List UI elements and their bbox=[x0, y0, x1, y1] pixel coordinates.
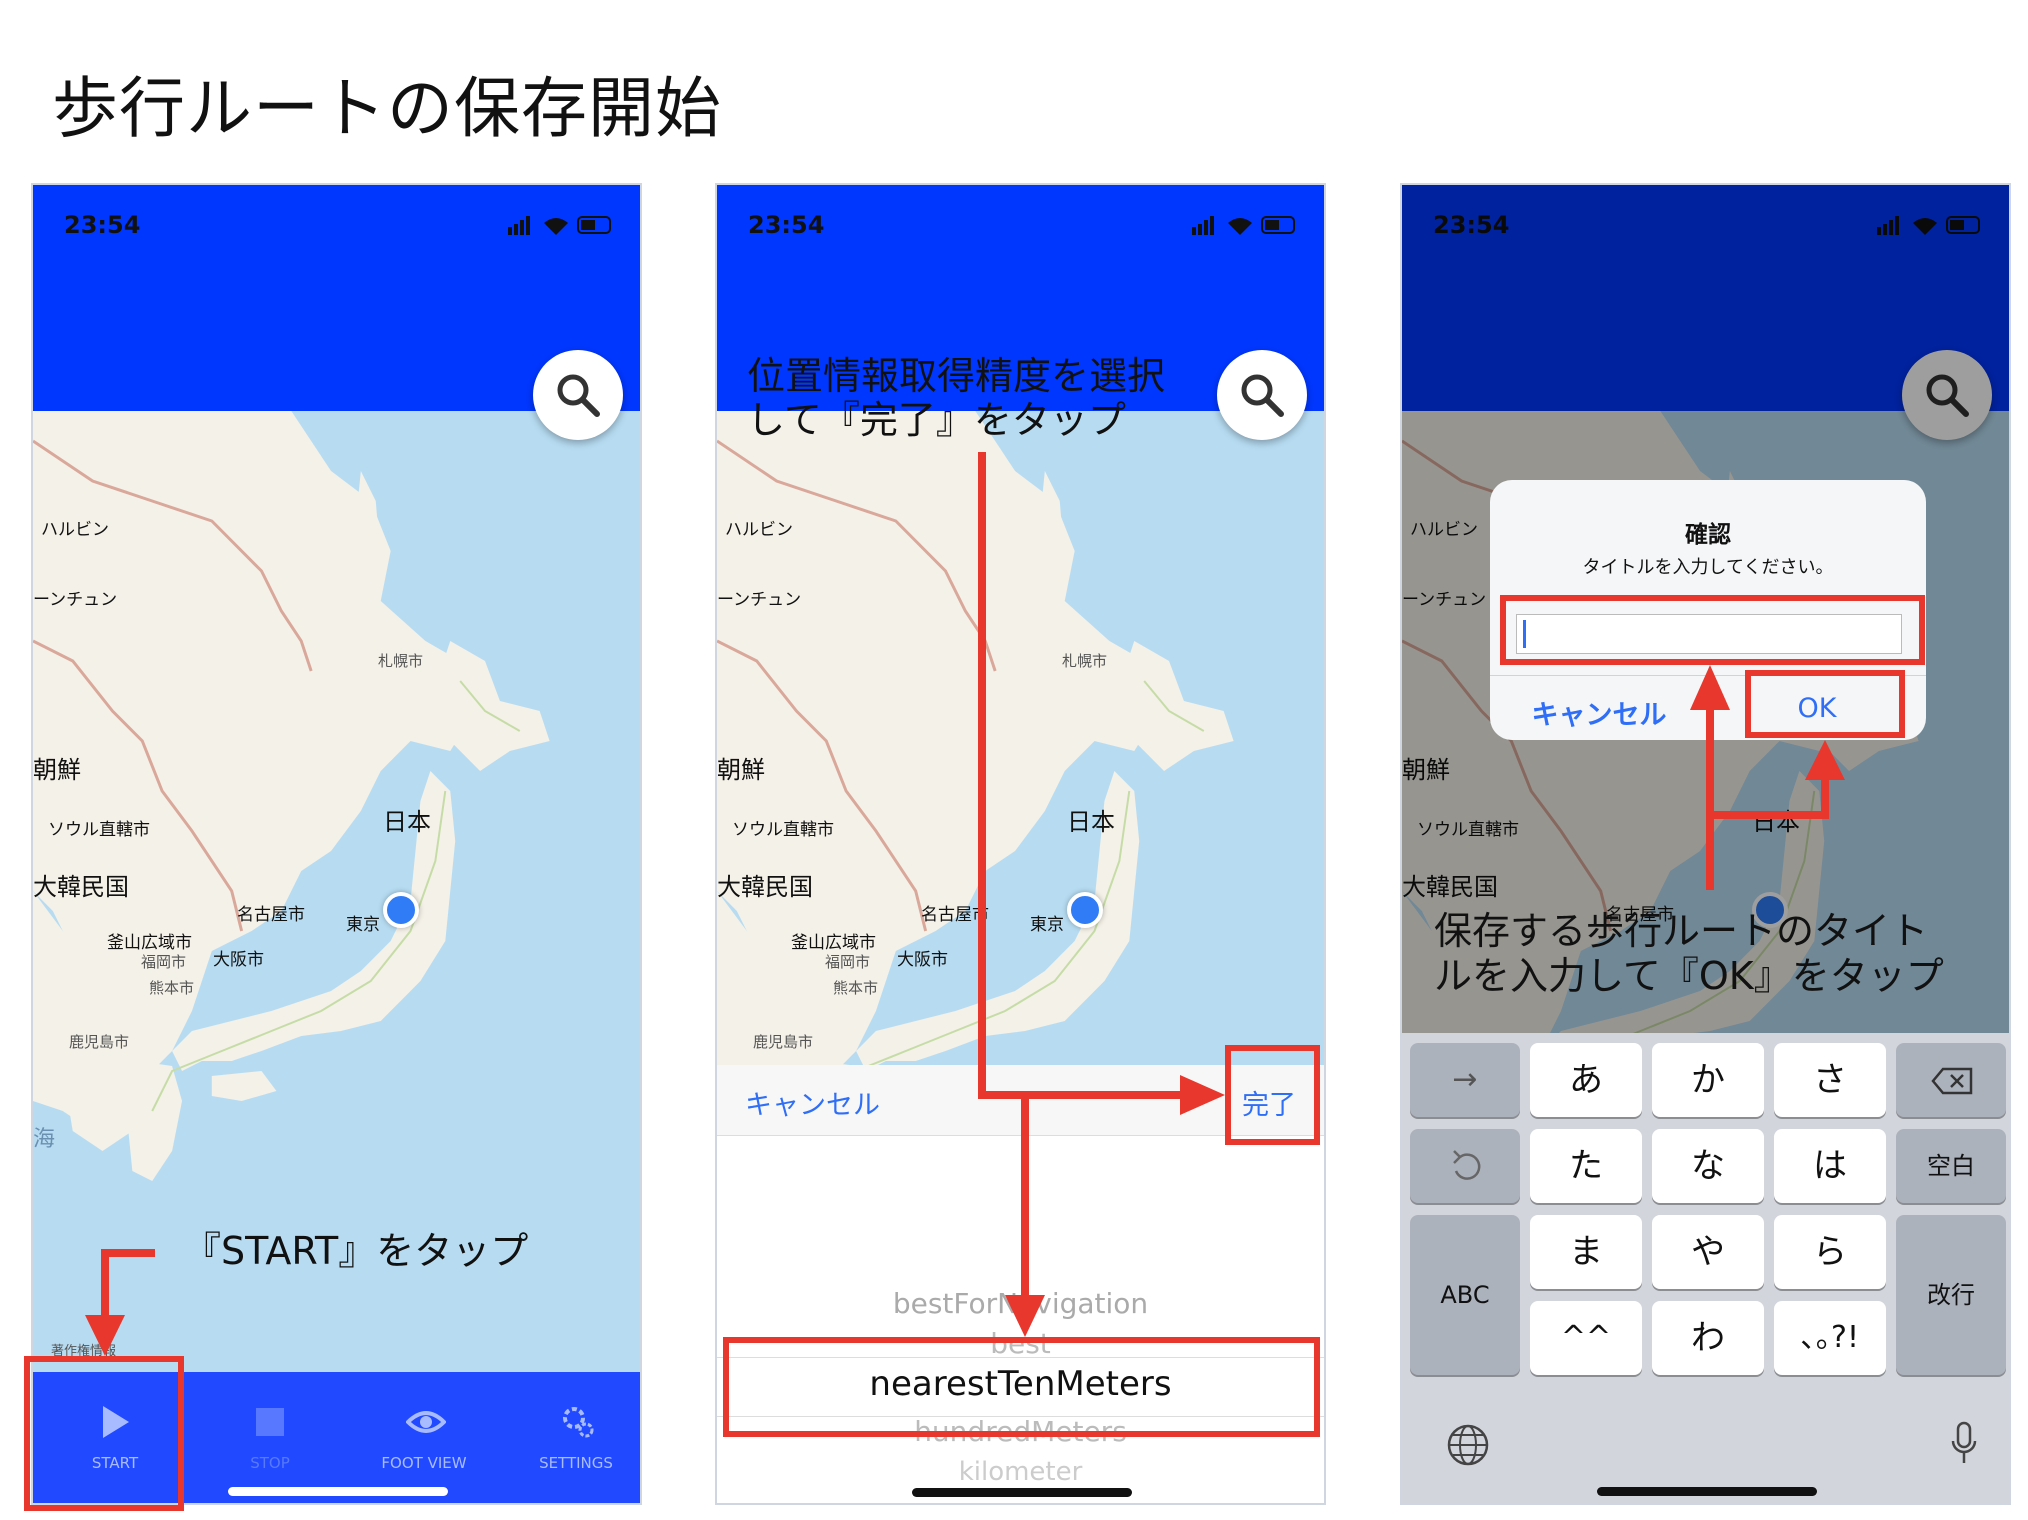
phone-screen-title: 23:54 ハルビン ーンチュン 朝鮮 ソウル直轄市 大韓民国 日本 名古屋市 … bbox=[1400, 183, 2011, 1505]
annotation-accuracy-line2: して『完了』をタップ bbox=[747, 398, 1126, 442]
home-indicator bbox=[228, 1487, 448, 1496]
map-label-kumamoto: 熊本市 bbox=[149, 979, 195, 997]
tab-foot-view-label: FOOT VIEW bbox=[381, 1454, 467, 1472]
status-bar: 23:54 bbox=[717, 185, 1324, 265]
dialog-title: 確認 bbox=[1685, 522, 1731, 548]
microphone-icon[interactable] bbox=[1950, 1421, 1978, 1467]
map-label-japan: 日本 bbox=[383, 808, 431, 836]
dialog-message: タイトルを入力してください。 bbox=[1582, 557, 1834, 578]
backspace-icon bbox=[1931, 1067, 1973, 1095]
highlight-done-button bbox=[1225, 1045, 1320, 1145]
map-label-south-korea: 大韓民国 bbox=[717, 873, 813, 901]
map-label-seoul: ソウル直轄市 bbox=[48, 820, 150, 840]
key-kana[interactable]: か bbox=[1652, 1043, 1764, 1117]
annotation-title-line2: ルを入力して『OK』をタップ bbox=[1434, 954, 1944, 998]
key-backspace[interactable] bbox=[1896, 1043, 2006, 1117]
current-location-dot bbox=[383, 892, 419, 928]
search-button[interactable] bbox=[1217, 350, 1307, 440]
map-label-kagoshima: 鹿児島市 bbox=[753, 1033, 814, 1051]
key-kana[interactable]: ､｡?! bbox=[1774, 1301, 1886, 1375]
map-label-japan: 日本 bbox=[1067, 808, 1115, 836]
annotation-accuracy-line1: 位置情報取得精度を選択 bbox=[747, 354, 1166, 398]
key-next[interactable]: → bbox=[1410, 1043, 1520, 1117]
key-kana[interactable]: た bbox=[1530, 1129, 1642, 1203]
map-label-nagoya: 名古屋市 bbox=[237, 905, 305, 925]
eye-icon bbox=[406, 1411, 446, 1433]
tab-stop[interactable]: STOP bbox=[195, 1392, 345, 1482]
globe-icon[interactable] bbox=[1446, 1423, 1490, 1467]
gear-icon bbox=[563, 1407, 594, 1438]
tab-foot-view[interactable]: FOOT VIEW bbox=[349, 1392, 499, 1482]
key-kana[interactable]: あ bbox=[1530, 1043, 1642, 1117]
status-time: 23:54 bbox=[748, 211, 825, 239]
key-abc[interactable]: ABC bbox=[1410, 1215, 1520, 1375]
map-label-fukuoka: 福岡市 bbox=[141, 953, 187, 971]
picker-option[interactable]: bestForNavigation bbox=[717, 1287, 1324, 1320]
home-indicator bbox=[912, 1488, 1132, 1497]
key-kana[interactable]: ら bbox=[1774, 1215, 1886, 1289]
search-button[interactable] bbox=[533, 350, 623, 440]
highlight-title-input bbox=[1500, 595, 1925, 665]
map-label-busan: 釜山広域市 bbox=[107, 933, 192, 953]
phone-screen-accuracy: 23:54 ハルビン ーンチュン 朝鮮 ソウル直轄市 大韓民国 日本 札幌市 名… bbox=[715, 183, 1326, 1505]
map-label-changchun: ーンチュン bbox=[33, 590, 118, 610]
current-location-dot bbox=[1067, 892, 1103, 928]
highlight-ok-button bbox=[1745, 670, 1905, 738]
page-title: 歩行ルートの保存開始 bbox=[52, 70, 722, 147]
status-icons bbox=[508, 216, 611, 235]
key-kana[interactable]: ま bbox=[1530, 1215, 1642, 1289]
map-label-north-korea: 朝鮮 bbox=[33, 756, 81, 784]
key-kana[interactable]: わ bbox=[1652, 1301, 1764, 1375]
map-label-tokyo: 東京 bbox=[1030, 915, 1064, 935]
map-label-tokyo: 東京 bbox=[346, 915, 380, 935]
phone-screen-start: 23:54 ハルビン ーンチュン 朝鮮 ソウル直轄市 大韓民国 日本 札幌市 名… bbox=[31, 183, 642, 1505]
map-label-osaka: 大阪市 bbox=[213, 950, 264, 970]
key-kana[interactable]: や bbox=[1652, 1215, 1764, 1289]
tab-settings-label: SETTINGS bbox=[539, 1454, 613, 1472]
map-label-seoul: ソウル直轄市 bbox=[732, 820, 834, 840]
key-kana[interactable]: ^^ bbox=[1530, 1301, 1642, 1375]
key-kana[interactable]: は bbox=[1774, 1129, 1886, 1203]
map-label-harbin: ハルビン bbox=[725, 520, 793, 540]
highlight-start-tab bbox=[24, 1356, 184, 1511]
map-label-kumamoto: 熊本市 bbox=[833, 979, 879, 997]
map-label-sapporo: 札幌市 bbox=[1062, 652, 1108, 670]
status-time: 23:54 bbox=[64, 211, 141, 239]
key-undo[interactable] bbox=[1410, 1129, 1520, 1203]
key-kana[interactable]: な bbox=[1652, 1129, 1764, 1203]
map-label-fukuoka: 福岡市 bbox=[825, 953, 871, 971]
tab-stop-label: STOP bbox=[250, 1454, 290, 1472]
highlight-selected-option bbox=[723, 1337, 1320, 1437]
key-return[interactable]: 改行 bbox=[1896, 1215, 2006, 1375]
status-bar: 23:54 bbox=[33, 185, 640, 265]
map-view[interactable] bbox=[33, 411, 640, 1503]
status-icons bbox=[1192, 216, 1295, 235]
map-label-kagoshima: 鹿児島市 bbox=[69, 1033, 130, 1051]
map-label-harbin: ハルビン bbox=[41, 520, 109, 540]
picker-cancel-button[interactable]: キャンセル bbox=[745, 1083, 880, 1122]
tab-settings[interactable]: SETTINGS bbox=[501, 1392, 640, 1482]
search-icon bbox=[1241, 374, 1284, 417]
kana-keyboard: → あ か さ た な は 空白 ABC ま や ら 改行 ^^ わ ､｡?! bbox=[1402, 1033, 2009, 1503]
picker-option[interactable]: kilometer bbox=[717, 1457, 1324, 1487]
undo-icon bbox=[1453, 1150, 1481, 1180]
map-label-north-korea: 朝鮮 bbox=[717, 756, 765, 784]
map-label-osaka: 大阪市 bbox=[897, 950, 948, 970]
home-indicator bbox=[1597, 1487, 1817, 1496]
search-icon bbox=[557, 374, 600, 417]
annotation-start-note: 『START』をタップ bbox=[183, 1229, 529, 1273]
map-label-changchun: ーンチュン bbox=[717, 590, 802, 610]
key-kana[interactable]: さ bbox=[1774, 1043, 1886, 1117]
key-space[interactable]: 空白 bbox=[1896, 1129, 2006, 1203]
dialog-cancel-button[interactable]: キャンセル bbox=[1490, 693, 1708, 732]
annotation-title-line1: 保存する歩行ルートのタイト bbox=[1434, 909, 1929, 953]
map-label-busan: 釜山広域市 bbox=[791, 933, 876, 953]
stop-icon bbox=[256, 1408, 284, 1436]
map-label-sea: 海 bbox=[33, 1127, 56, 1152]
map-label-sapporo: 札幌市 bbox=[378, 652, 424, 670]
map-label-south-korea: 大韓民国 bbox=[33, 873, 129, 901]
map-label-nagoya: 名古屋市 bbox=[921, 905, 989, 925]
